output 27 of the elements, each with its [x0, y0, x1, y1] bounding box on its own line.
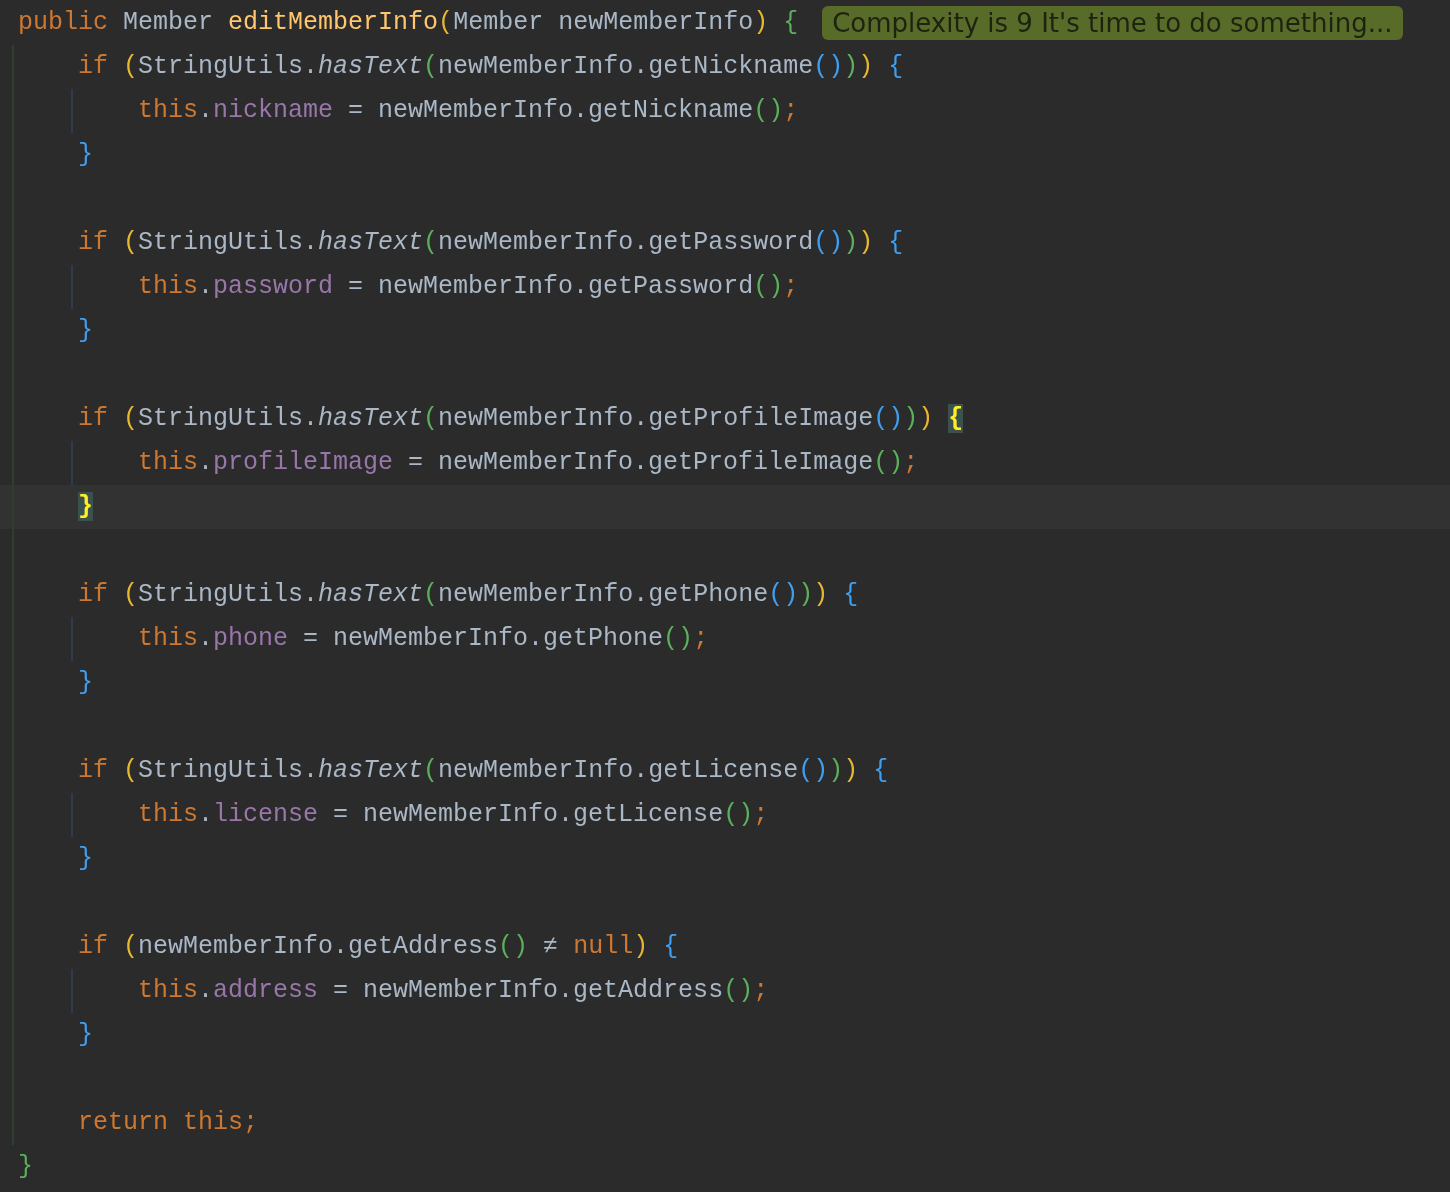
code-line: if (StringUtils.hasText(newMemberInfo.getPassword())) { [78, 227, 904, 259]
code-line: this.license = newMemberInfo.getLicense(); [138, 799, 769, 831]
code-line: this.profileImage = newMemberInfo.getProfileImage(); [138, 447, 919, 479]
indent-guide [71, 265, 73, 309]
code-line: } [78, 843, 93, 875]
code-line: if (StringUtils.hasText(newMemberInfo.getPhone())) { [78, 579, 859, 611]
indent-guide [71, 617, 73, 661]
code-line: if (newMemberInfo.getAddress() ≠ null) { [78, 931, 679, 963]
code-line: } [78, 667, 93, 699]
code-line: if (StringUtils.hasText(newMemberInfo.getNickname())) { [78, 51, 904, 83]
code-line: if (StringUtils.hasText(newMemberInfo.getLicense())) { [78, 755, 889, 787]
code-line: public Member editMemberInfo(Member newMemberInfo) { [18, 7, 799, 39]
code-line: } [78, 1019, 93, 1051]
code-line: } [78, 315, 93, 347]
code-line: this.password = newMemberInfo.getPassword(); [138, 271, 799, 303]
code-line: if (StringUtils.hasText(newMemberInfo.getProfileImage())) { [78, 403, 964, 435]
indent-guide [71, 441, 73, 485]
indent-guide [71, 969, 73, 1013]
code-line: return this; [78, 1107, 259, 1139]
code-line: this.phone = newMemberInfo.getPhone(); [138, 623, 709, 655]
indent-guide [71, 793, 73, 837]
indent-guide [71, 89, 73, 133]
complexity-hint: Complexity is 9 It's time to do something... [822, 6, 1403, 40]
code-line: } [18, 1151, 33, 1183]
code-line: this.address = newMemberInfo.getAddress(); [138, 975, 769, 1007]
code-line: } [78, 139, 93, 171]
code-line: this.nickname = newMemberInfo.getNickname(); [138, 95, 799, 127]
